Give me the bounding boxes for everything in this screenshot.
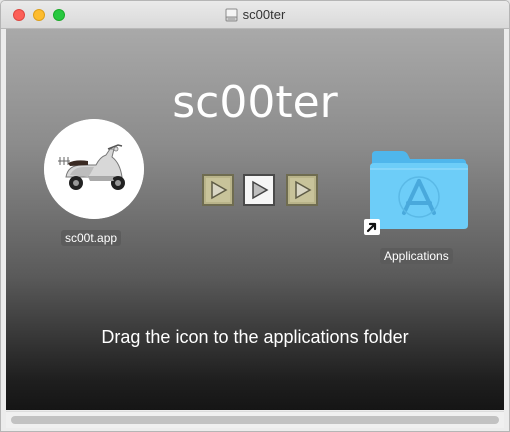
installer-background: sc00ter sc00t.app Applications Drag the … xyxy=(6,29,504,410)
applications-folder-icon[interactable] xyxy=(368,147,470,231)
app-icon-label: sc00t.app xyxy=(61,230,122,246)
scooter-illustration xyxy=(44,119,144,219)
play-arrow-icon xyxy=(243,174,275,206)
applications-folder-label: Applications xyxy=(380,248,453,264)
window-title: sc00ter xyxy=(242,7,286,22)
alias-arrow-icon xyxy=(364,219,380,235)
window-title-group: sc00ter xyxy=(1,1,509,28)
finder-window: sc00ter sc00ter sc00t.app Applications D… xyxy=(0,0,510,432)
horizontal-scrollbar[interactable] xyxy=(6,411,504,428)
install-instructions: Drag the icon to the applications folder xyxy=(101,327,409,347)
scrollbar-thumb[interactable] xyxy=(11,416,499,424)
drag-arrows xyxy=(202,174,322,208)
play-arrow-icon xyxy=(286,174,318,206)
disk-image-icon xyxy=(225,8,238,21)
play-arrow-icon xyxy=(202,174,234,206)
title-bar[interactable]: sc00ter xyxy=(1,1,509,29)
scooter-app-icon[interactable] xyxy=(44,119,144,219)
